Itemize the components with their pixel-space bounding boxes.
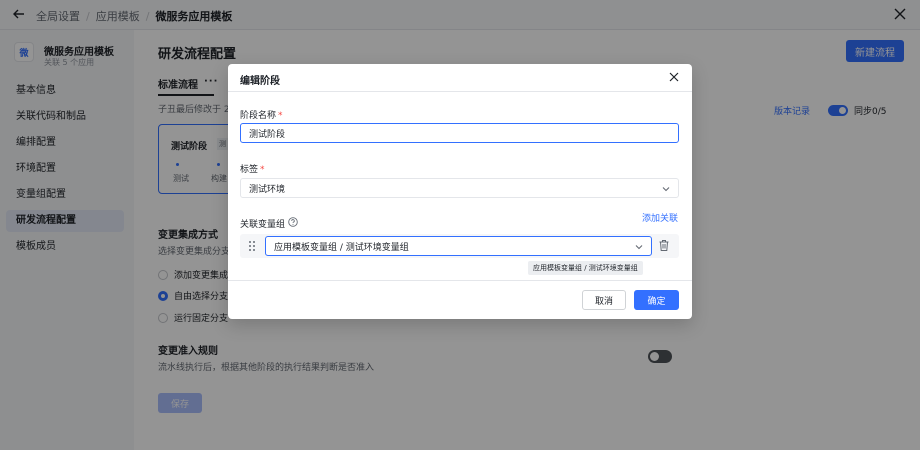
divider — [228, 91, 692, 92]
add-link-button[interactable]: 添加关联 — [642, 211, 678, 224]
tag-label: 标签 * — [240, 162, 265, 175]
var-group-select-value: 应用模板变量组 / 测试环境变量组 — [274, 242, 409, 253]
tag-select[interactable]: 测试环境 — [240, 178, 679, 198]
required-mark: * — [260, 165, 265, 175]
divider — [228, 280, 692, 281]
stage-name-label: 阶段名称 * — [240, 108, 283, 121]
required-mark: * — [278, 111, 283, 121]
help-icon[interactable] — [288, 217, 298, 227]
label-text: 阶段名称 — [240, 111, 277, 121]
close-icon[interactable] — [668, 71, 680, 83]
var-group-label: 关联变量组 — [240, 220, 286, 230]
confirm-button[interactable]: 确定 — [634, 290, 679, 310]
tag-select-value: 测试环境 — [249, 184, 286, 195]
label-text: 标签 — [240, 165, 259, 175]
edit-stage-dialog: 编辑阶段 阶段名称 * 测试阶段 标签 * 测试环境 关联变量组 添加关联 应用模板… — [228, 64, 692, 319]
chevron-down-icon — [662, 187, 670, 192]
dialog-title: 编辑阶段 — [240, 76, 280, 87]
trash-icon[interactable] — [658, 239, 670, 252]
stage-name-input[interactable]: 测试阶段 — [240, 123, 679, 143]
var-group-select[interactable]: 应用模板变量组 / 测试环境变量组 — [265, 236, 652, 256]
tooltip: 应用模板变量组 / 测试环境变量组 — [528, 261, 643, 275]
drag-handle-icon[interactable] — [248, 240, 256, 252]
cancel-button[interactable]: 取消 — [582, 290, 626, 310]
chevron-down-icon — [635, 245, 643, 250]
var-group-row: 应用模板变量组 / 测试环境变量组 — [240, 234, 679, 258]
